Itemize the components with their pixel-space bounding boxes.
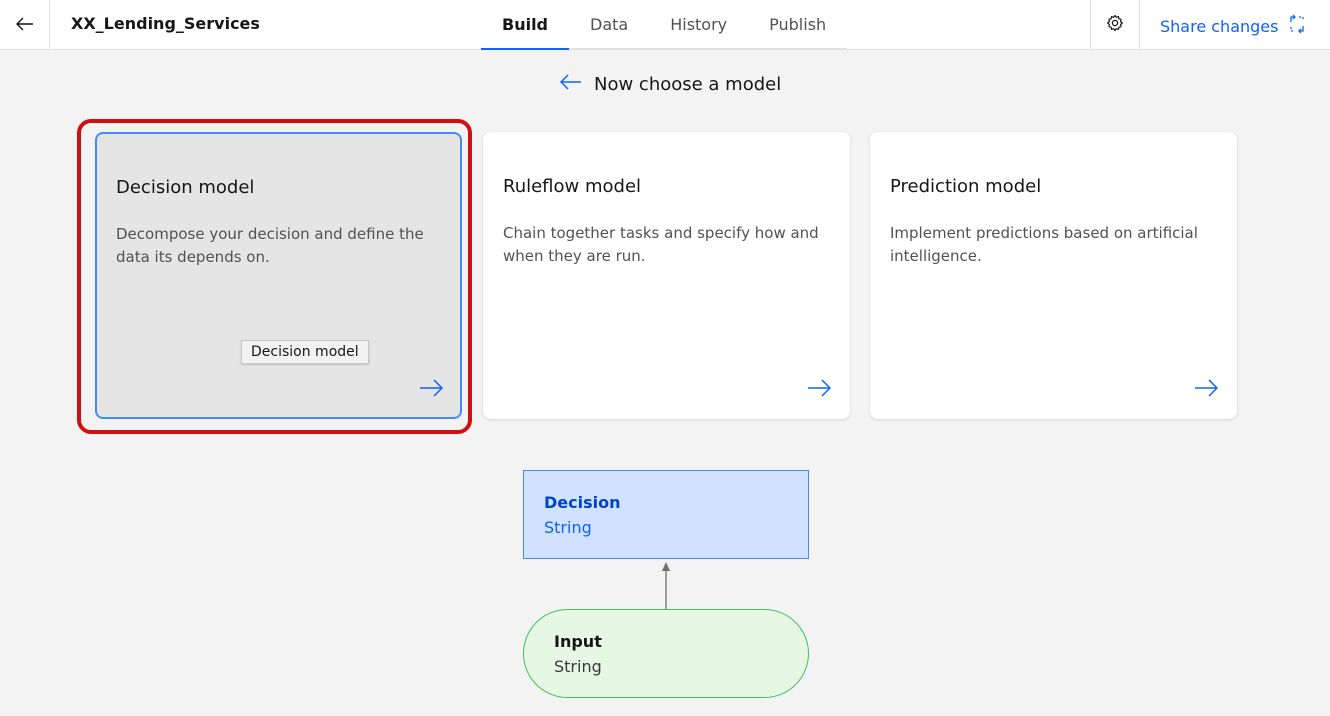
input-node[interactable]: Input String	[523, 609, 809, 698]
project-title: XX_Lending_Services	[71, 14, 260, 33]
tab-publish[interactable]: Publish	[748, 0, 848, 50]
back-button[interactable]	[0, 0, 50, 50]
decision-model-card[interactable]: Decision model Decompose your decision a…	[95, 132, 462, 419]
card-description: Implement predictions based on artificia…	[890, 224, 1198, 265]
ruleflow-model-card[interactable]: Ruleflow model Chain together tasks and …	[483, 132, 850, 419]
node-name: Input	[554, 632, 602, 651]
settings-button[interactable]	[1090, 0, 1140, 50]
node-name: Decision	[544, 493, 621, 512]
tab-list: Build Data History Publish	[481, 0, 848, 50]
node-type: String	[554, 657, 602, 676]
prompt-text: Now choose a model	[594, 74, 782, 95]
share-changes-button[interactable]: Share changes	[1160, 14, 1306, 38]
card-title: Prediction model	[890, 176, 1042, 197]
choose-model-prompt: Now choose a model	[559, 74, 782, 95]
arrow-right-icon	[419, 379, 444, 401]
card-tooltip: Decision model	[241, 340, 369, 364]
arrow-right-icon	[1194, 379, 1219, 401]
tab-data[interactable]: Data	[569, 0, 650, 50]
gear-icon	[1106, 14, 1124, 36]
card-title: Ruleflow model	[503, 176, 642, 197]
prompt-back-button[interactable]	[559, 74, 582, 95]
arrow-right-icon	[807, 379, 832, 401]
share-changes-label: Share changes	[1160, 16, 1279, 36]
dependency-arrow	[662, 562, 670, 609]
top-header: XX_Lending_Services Build Data History P…	[0, 0, 1330, 50]
node-type: String	[544, 518, 592, 537]
tab-history[interactable]: History	[649, 0, 749, 50]
card-description: Chain together tasks and specify how and…	[503, 224, 819, 265]
prediction-model-card[interactable]: Prediction model Implement predictions b…	[870, 132, 1237, 419]
tab-build[interactable]: Build	[481, 0, 570, 50]
arrow-left-icon	[559, 74, 582, 95]
share-sync-icon	[1288, 14, 1306, 38]
card-title: Decision model	[116, 177, 255, 198]
decision-node[interactable]: Decision String	[523, 470, 809, 559]
arrow-left-icon	[15, 16, 34, 35]
card-description: Decompose your decision and define the d…	[116, 225, 424, 266]
